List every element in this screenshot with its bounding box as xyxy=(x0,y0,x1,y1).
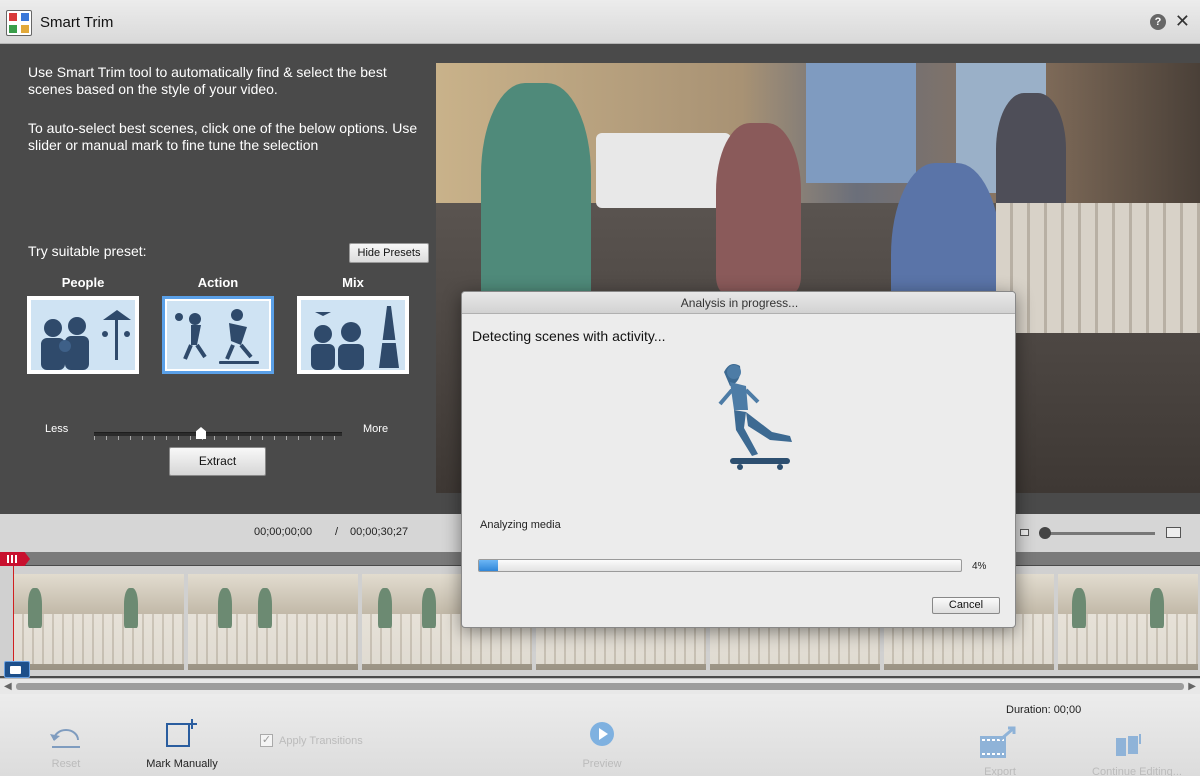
app-icon xyxy=(6,10,32,36)
zoom-in-icon[interactable] xyxy=(1166,527,1181,538)
camera-icon[interactable] xyxy=(4,661,30,678)
cancel-button[interactable]: Cancel xyxy=(932,597,1000,614)
play-icon xyxy=(590,722,614,746)
dialog-message: Detecting scenes with activity... xyxy=(472,328,666,344)
help-icon[interactable]: ? xyxy=(1150,14,1166,30)
slider-less-label: Less xyxy=(45,423,69,435)
checkbox-icon[interactable]: ✓ xyxy=(260,734,273,747)
current-timecode: 00;00;00;00 xyxy=(254,526,313,538)
preset-action[interactable] xyxy=(162,296,274,374)
preset-label-action: Action xyxy=(197,275,239,290)
playhead-line xyxy=(13,566,14,666)
window-title: Smart Trim xyxy=(40,14,114,31)
title-bar: Smart Trim ? ✕ xyxy=(0,0,1200,44)
total-timecode: 00;00;30;27 xyxy=(350,526,409,538)
close-icon[interactable]: ✕ xyxy=(1175,12,1190,30)
action-illustration xyxy=(167,301,269,369)
scroll-right-icon[interactable]: ▶ xyxy=(1188,681,1196,692)
smart-trim-panel: Use Smart Trim tool to automatically fin… xyxy=(0,44,436,514)
preset-mix[interactable] xyxy=(297,296,409,374)
intro-text-1: Use Smart Trim tool to automatically fin… xyxy=(28,64,387,97)
film-frame xyxy=(188,574,360,670)
zoom-slider-track[interactable] xyxy=(1040,532,1155,535)
people-illustration xyxy=(31,300,135,370)
export-icon xyxy=(980,726,1016,758)
reset-icon xyxy=(50,729,80,748)
extract-button[interactable]: Extract xyxy=(169,447,266,476)
slider-more-label: More xyxy=(363,423,389,435)
film-frame xyxy=(14,574,186,670)
mix-illustration xyxy=(301,300,405,370)
selection-slider-thumb[interactable] xyxy=(196,427,206,439)
preset-label-people: People xyxy=(61,275,105,290)
timecode-separator: / xyxy=(335,526,339,538)
scrollbar-thumb[interactable] xyxy=(16,683,1184,690)
preset-heading: Try suitable preset: xyxy=(28,243,147,259)
analysis-dialog: Analysis in progress... Detecting scenes… xyxy=(461,291,1016,628)
hide-presets-button[interactable]: Hide Presets xyxy=(349,243,429,263)
continue-editing-icon xyxy=(1116,734,1141,756)
continue-editing-button[interactable]: Continue Editing... xyxy=(1074,766,1200,776)
video-person xyxy=(716,123,801,293)
dialog-title: Analysis in progress... xyxy=(462,292,1015,314)
mark-manually-button[interactable]: Mark Manually xyxy=(130,758,234,770)
duration-readout: Duration: 00;00 xyxy=(1006,704,1082,716)
playhead-handle[interactable] xyxy=(0,552,30,566)
preset-people[interactable] xyxy=(27,296,139,374)
film-frame xyxy=(1058,574,1200,670)
video-person xyxy=(481,83,591,313)
video-truck xyxy=(596,133,731,208)
preview-button[interactable]: Preview xyxy=(572,758,632,770)
timeline-scrollbar[interactable]: ◀ ▶ xyxy=(0,678,1200,694)
intro-text-2: To auto-select best scenes, click one of… xyxy=(28,120,418,153)
zoom-slider-thumb[interactable] xyxy=(1039,527,1051,539)
analysis-progress-bar xyxy=(478,559,962,572)
zoom-out-icon[interactable] xyxy=(1020,529,1029,536)
bottom-toolbar: Reset Mark Manually ✓ Apply Transitions … xyxy=(0,694,1200,776)
mark-manually-icon xyxy=(166,719,197,747)
apply-transitions-label[interactable]: Apply Transitions xyxy=(279,735,363,747)
skateboarder-illustration xyxy=(718,364,792,470)
scroll-left-icon[interactable]: ◀ xyxy=(4,681,12,692)
progress-percent: 4% xyxy=(972,561,987,572)
export-button[interactable]: Export xyxy=(970,766,1030,776)
analyzing-status: Analyzing media xyxy=(480,519,561,531)
slider-ticks xyxy=(94,436,342,440)
reset-button[interactable]: Reset xyxy=(40,758,92,770)
preset-label-mix: Mix xyxy=(342,275,364,290)
video-window xyxy=(806,63,916,183)
progress-fill xyxy=(479,560,499,571)
video-xylophone xyxy=(996,203,1200,333)
